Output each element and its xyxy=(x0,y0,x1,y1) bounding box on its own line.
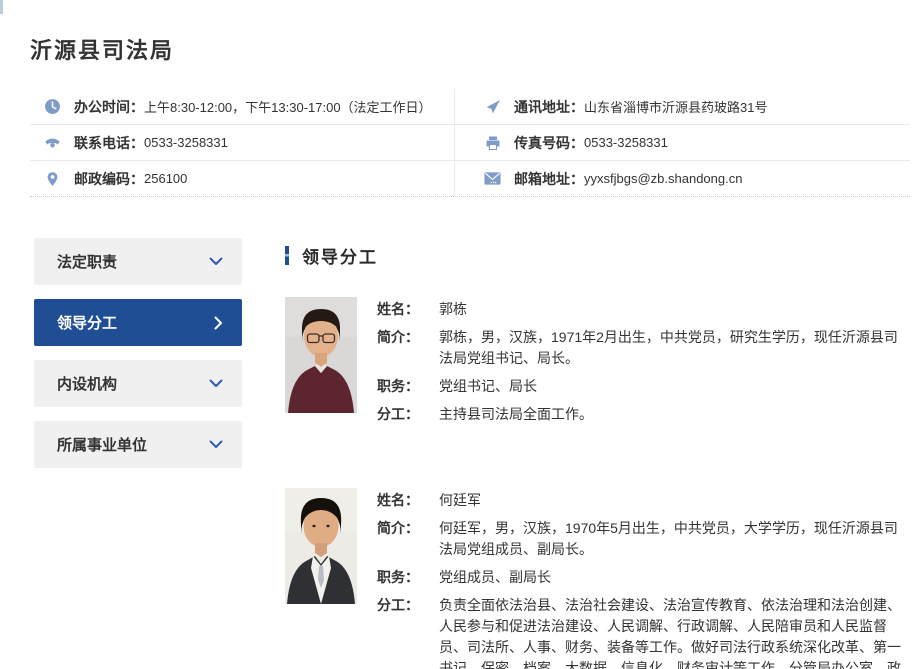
field-label: 简介： xyxy=(377,327,439,369)
contact-label: 传真号码： xyxy=(514,133,584,153)
contact-label: 办公时间： xyxy=(74,97,144,117)
field-position: 职务： 党组成员、副局长 xyxy=(377,567,907,588)
chevron-right-icon xyxy=(214,316,223,330)
field-value: 党组成员、副局长 xyxy=(439,567,907,588)
contact-row: 邮政编码： 256100 邮箱地址： yyxsfjbgs@zb.shandong… xyxy=(30,161,910,197)
sidebar-item-leadership[interactable]: 领导分工 xyxy=(34,299,242,346)
contact-item-address: 通讯地址： 山东省淄博市沂源县药玻路31号 xyxy=(455,89,910,124)
contact-label: 联系电话： xyxy=(74,133,144,153)
field-value: 何廷军 xyxy=(439,490,907,511)
page-edge-artifact xyxy=(0,0,3,14)
page-title: 沂源县司法局 xyxy=(30,0,910,65)
leader-fields: 姓名： 郭栋 简介： 郭栋，男，汉族，1971年2月出生，中共党员，研究生学历，… xyxy=(377,297,907,432)
section-title: 领导分工 xyxy=(302,243,378,268)
sidebar-item-label: 所属事业单位 xyxy=(57,434,147,455)
field-label: 姓名： xyxy=(377,299,439,320)
sidebar-item-label: 领导分工 xyxy=(57,312,117,333)
field-label: 职务： xyxy=(377,376,439,397)
contact-item-office-hours: 办公时间： 上午8:30-12:00，下午13:30-17:00（法定工作日） xyxy=(30,89,455,124)
field-value: 主持县司法局全面工作。 xyxy=(439,404,907,425)
contact-item-fax: 传真号码： 0533-3258331 xyxy=(455,125,910,160)
section-marker-bar xyxy=(285,246,289,265)
sidebar-item-legal-duties[interactable]: 法定职责 xyxy=(34,238,242,285)
chevron-down-icon xyxy=(209,379,223,388)
phone-icon xyxy=(44,134,61,151)
page: 沂源县司法局 办公时间： 上午8:30-12:00，下午13:30-17:00（… xyxy=(0,0,912,669)
field-name: 姓名： 何廷军 xyxy=(377,490,907,511)
contact-value: 上午8:30-12:00，下午13:30-17:00（法定工作日） xyxy=(144,97,432,116)
field-value: 党组书记、局长 xyxy=(439,376,907,397)
field-value: 何廷军，男，汉族，1970年5月出生，中共党员，大学学历，现任沂源县司法局党组成… xyxy=(439,518,907,560)
field-name: 姓名： 郭栋 xyxy=(377,299,907,320)
contact-label: 邮政编码： xyxy=(74,169,144,189)
contact-value: 0533-3258331 xyxy=(144,135,228,150)
navigation-icon xyxy=(484,98,501,115)
sidebar-item-internal-orgs[interactable]: 内设机构 xyxy=(34,360,242,407)
field-value: 负责全面依法治县、法治社会建设、法治宣传教育、依法治理和法治创建、人民参与和促进… xyxy=(439,595,907,669)
contact-item-postcode: 邮政编码： 256100 xyxy=(30,161,455,196)
field-bio: 简介： 何廷军，男，汉族，1970年5月出生，中共党员，大学学历，现任沂源县司法… xyxy=(377,518,907,560)
contact-item-email: 邮箱地址： yyxsfjbgs@zb.shandong.cn xyxy=(455,161,910,196)
contact-value: 0533-3258331 xyxy=(584,135,668,150)
contact-value: 山东省淄博市沂源县药玻路31号 xyxy=(584,97,767,116)
field-value: 郭栋，男，汉族，1971年2月出生，中共党员，研究生学历，现任沂源县司法局党组书… xyxy=(439,327,907,369)
leader-fields: 姓名： 何廷军 简介： 何廷军，男，汉族，1970年5月出生，中共党员，大学学历… xyxy=(377,488,907,669)
sidebar-item-label: 法定职责 xyxy=(57,251,117,272)
leader-entry: 姓名： 何廷军 简介： 何廷军，男，汉族，1970年5月出生，中共党员，大学学历… xyxy=(285,488,910,669)
field-bio: 简介： 郭栋，男，汉族，1971年2月出生，中共党员，研究生学历，现任沂源县司法… xyxy=(377,327,907,369)
field-responsibilities: 分工： 负责全面依法治县、法治社会建设、法治宣传教育、依法治理和法治创建、人民参… xyxy=(377,595,907,669)
field-label: 职务： xyxy=(377,567,439,588)
leader-photo xyxy=(285,297,357,413)
section-header: 领导分工 xyxy=(285,243,910,268)
chevron-down-icon xyxy=(209,257,223,266)
sidebar-item-affiliated-units[interactable]: 所属事业单位 xyxy=(34,421,242,468)
contact-item-phone: 联系电话： 0533-3258331 xyxy=(30,125,455,160)
chevron-down-icon xyxy=(209,440,223,449)
field-label: 分工： xyxy=(377,404,439,425)
leader-photo xyxy=(285,488,357,604)
contact-label: 通讯地址： xyxy=(514,97,584,117)
main-content: 领导分工 xyxy=(285,238,910,669)
field-value: 郭栋 xyxy=(439,299,907,320)
sidebar: 法定职责 领导分工 内设机构 所属事业单位 xyxy=(34,238,242,482)
field-position: 职务： 党组书记、局长 xyxy=(377,376,907,397)
clock-icon xyxy=(44,98,61,115)
contact-row: 联系电话： 0533-3258331 传真号码： 0533-3258331 xyxy=(30,125,910,161)
location-pin-icon xyxy=(44,170,61,187)
leader-entry: 姓名： 郭栋 简介： 郭栋，男，汉族，1971年2月出生，中共党员，研究生学历，… xyxy=(285,297,910,432)
field-label: 姓名： xyxy=(377,490,439,511)
field-label: 简介： xyxy=(377,518,439,560)
fax-icon xyxy=(484,134,501,151)
contact-value: yyxsfjbgs@zb.shandong.cn xyxy=(584,171,742,186)
field-label: 分工： xyxy=(377,595,439,669)
contact-value: 256100 xyxy=(144,171,187,186)
contact-info-table: 办公时间： 上午8:30-12:00，下午13:30-17:00（法定工作日） … xyxy=(30,89,910,197)
contact-row: 办公时间： 上午8:30-12:00，下午13:30-17:00（法定工作日） … xyxy=(30,89,910,125)
sidebar-item-label: 内设机构 xyxy=(57,373,117,394)
contact-label: 邮箱地址： xyxy=(514,169,584,189)
field-responsibilities: 分工： 主持县司法局全面工作。 xyxy=(377,404,907,425)
mail-icon xyxy=(484,170,501,187)
